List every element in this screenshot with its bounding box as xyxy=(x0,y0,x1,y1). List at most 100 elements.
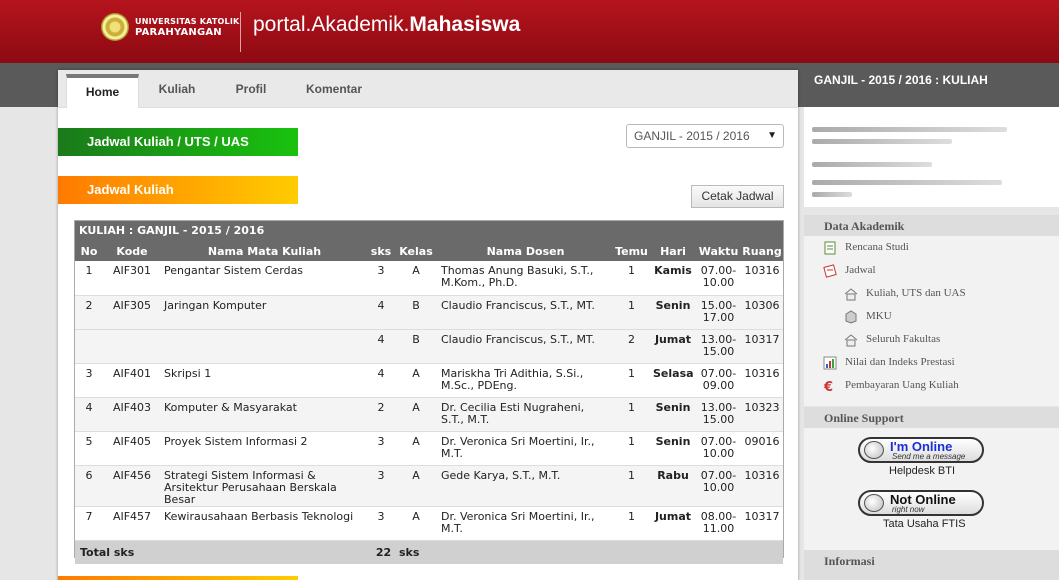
header-divider xyxy=(240,12,241,52)
row-waktu: 13.00-15.00 xyxy=(696,397,741,432)
row-nama-dosen: Thomas Anung Basuki, S.T., M.Kom., Ph.D. xyxy=(438,261,613,296)
row-no: 6 xyxy=(75,465,103,507)
university-name-line1: UNIVERSITAS KATOLIK xyxy=(135,17,240,26)
portal-title-prefix: portal.Akademik. xyxy=(253,13,410,36)
schedule-footer-row: Total sks 22 sks xyxy=(75,539,783,564)
chevron-down-icon: ▼ xyxy=(767,130,777,141)
col-header-nama-mata-kuliah: Nama Mata Kuliah xyxy=(161,241,368,261)
schedule-body: 1 AIF301 Pengantar Sistem Cerdas 3 A Thomas A… xyxy=(75,261,783,541)
next-section-bar xyxy=(58,576,298,580)
row-hari: Kamis xyxy=(650,261,696,296)
footer-spacer xyxy=(438,539,783,564)
row-ruang: 10316 xyxy=(741,465,783,507)
row-kode: AIF457 xyxy=(103,506,161,541)
row-nama-mata-kuliah: Strategi Sistem Informasi & Arsitektur P… xyxy=(161,465,368,507)
table-row: 1 AIF301 Pengantar Sistem Cerdas 3 A Thomas A… xyxy=(75,261,783,296)
row-hari: Jumat xyxy=(650,329,696,364)
table-row: 2 AIF305 Jaringan Komputer 4 B Claudio Franci… xyxy=(75,295,783,330)
sidebar-item-mku[interactable]: MKU xyxy=(866,310,892,322)
row-nama-dosen: Claudio Franciscus, S.T., MT. xyxy=(438,329,613,364)
row-temu: 1 xyxy=(613,506,650,541)
row-hari: Jumat xyxy=(650,506,696,541)
sidebar-item-nilai-ip[interactable]: Nilai dan Indeks Prestasi xyxy=(845,356,955,368)
smiley-icon xyxy=(864,494,884,512)
row-nama-mata-kuliah: Skripsi 1 xyxy=(161,363,368,398)
row-kelas: A xyxy=(394,261,438,296)
tab-komentar[interactable]: Komentar xyxy=(296,74,372,108)
row-nama-dosen: Dr. Cecilia Esti Nugraheni, S.T., M.T. xyxy=(438,397,613,432)
tab-kuliah[interactable]: Kuliah xyxy=(146,74,208,108)
row-ruang: 10306 xyxy=(741,295,783,330)
col-header-waktu: Waktu xyxy=(696,241,741,261)
row-sks: 3 xyxy=(368,431,394,466)
col-header-no: No xyxy=(75,241,103,261)
row-nama-dosen: Claudio Franciscus, S.T., MT. xyxy=(438,295,613,330)
row-no xyxy=(75,329,103,364)
row-waktu: 13.00-15.00 xyxy=(696,329,741,364)
row-kelas: A xyxy=(394,465,438,507)
blurred-text-line xyxy=(812,192,852,197)
row-hari: Senin xyxy=(650,295,696,330)
row-waktu: 07.00-10.00 xyxy=(696,431,741,466)
tab-profil[interactable]: Profil xyxy=(220,74,282,108)
section-title-jadwal-kuliah: Jadwal Kuliah xyxy=(58,176,298,204)
table-row: 4 AIF403 Komputer & Masyarakat 2 A Dr. Cecili… xyxy=(75,397,783,432)
col-header-nama-dosen: Nama Dosen xyxy=(438,241,613,261)
box-icon xyxy=(845,310,857,324)
col-header-temu: Temu xyxy=(613,241,650,261)
row-kelas: A xyxy=(394,506,438,541)
university-logo[interactable] xyxy=(101,13,129,41)
semester-select[interactable]: GANJIL - 2015 / 2016 ▼ xyxy=(626,124,784,148)
sidebar-blurred-block xyxy=(804,107,1059,207)
smiley-icon xyxy=(864,441,884,459)
row-waktu: 07.00-10.00 xyxy=(696,261,741,296)
chart-icon xyxy=(823,356,837,370)
sidebar-item-seluruh-fakultas[interactable]: Seluruh Fakultas xyxy=(866,333,940,345)
blurred-text-line xyxy=(812,139,952,144)
row-sks: 4 xyxy=(368,363,394,398)
row-no: 4 xyxy=(75,397,103,432)
tab-home[interactable]: Home xyxy=(66,74,139,108)
tab-bar: Home Kuliah Profil Komentar xyxy=(58,70,798,108)
row-kelas: B xyxy=(394,329,438,364)
cetak-jadwal-button[interactable]: Cetak Jadwal xyxy=(691,185,784,208)
row-kelas: A xyxy=(394,397,438,432)
col-header-sks: sks xyxy=(368,241,394,261)
table-row: 3 AIF401 Skripsi 1 4 A Mariskha Tri Adithia, … xyxy=(75,363,783,398)
col-header-kelas: Kelas xyxy=(394,241,438,261)
row-hari: Senin xyxy=(650,431,696,466)
row-ruang: 10317 xyxy=(741,506,783,541)
row-kode: AIF405 xyxy=(103,431,161,466)
sidebar-item-rencana-studi[interactable]: Rencana Studi xyxy=(845,241,909,253)
helpdesk-caption: Helpdesk BTI xyxy=(889,465,956,477)
blurred-text-line xyxy=(812,127,1007,132)
row-temu: 1 xyxy=(613,431,650,466)
blurred-text-line xyxy=(812,162,932,167)
row-nama-mata-kuliah: Pengantar Sistem Cerdas xyxy=(161,261,368,296)
row-temu: 1 xyxy=(613,261,650,296)
row-no: 3 xyxy=(75,363,103,398)
total-sks-value: 22 xyxy=(368,539,394,564)
calendar-icon xyxy=(823,264,837,278)
row-kode: AIF301 xyxy=(103,261,161,296)
sidebar-item-jadwal[interactable]: Jadwal xyxy=(845,264,876,276)
row-ruang: 10316 xyxy=(741,261,783,296)
row-no: 7 xyxy=(75,506,103,541)
sidebar-item-pembayaran[interactable]: Pembayaran Uang Kuliah xyxy=(845,379,959,391)
row-nama-dosen: Dr. Veronica Sri Moertini, Ir., M.T. xyxy=(438,431,613,466)
row-nama-dosen: Gede Karya, S.T., M.T. xyxy=(438,465,613,507)
row-kode: AIF456 xyxy=(103,465,161,507)
row-sks: 3 xyxy=(368,261,394,296)
row-nama-mata-kuliah: Jaringan Komputer xyxy=(161,295,368,330)
row-ruang: 10323 xyxy=(741,397,783,432)
row-kode xyxy=(103,329,161,364)
semester-select-value: GANJIL - 2015 / 2016 xyxy=(634,129,750,143)
row-ruang: 10317 xyxy=(741,329,783,364)
row-nama-mata-kuliah: Komputer & Masyarakat xyxy=(161,397,368,432)
sidebar-item-kuliah-uts-uas[interactable]: Kuliah, UTS dan UAS xyxy=(866,287,966,299)
helpdesk-online-badge[interactable]: I'm Online Send me a message xyxy=(858,437,984,463)
active-semester-label: GANJIL - 2015 / 2016 : KULIAH xyxy=(814,73,988,87)
tata-usaha-offline-badge[interactable]: Not Online right now xyxy=(858,490,984,516)
row-temu: 1 xyxy=(613,465,650,507)
row-ruang: 09016 xyxy=(741,431,783,466)
